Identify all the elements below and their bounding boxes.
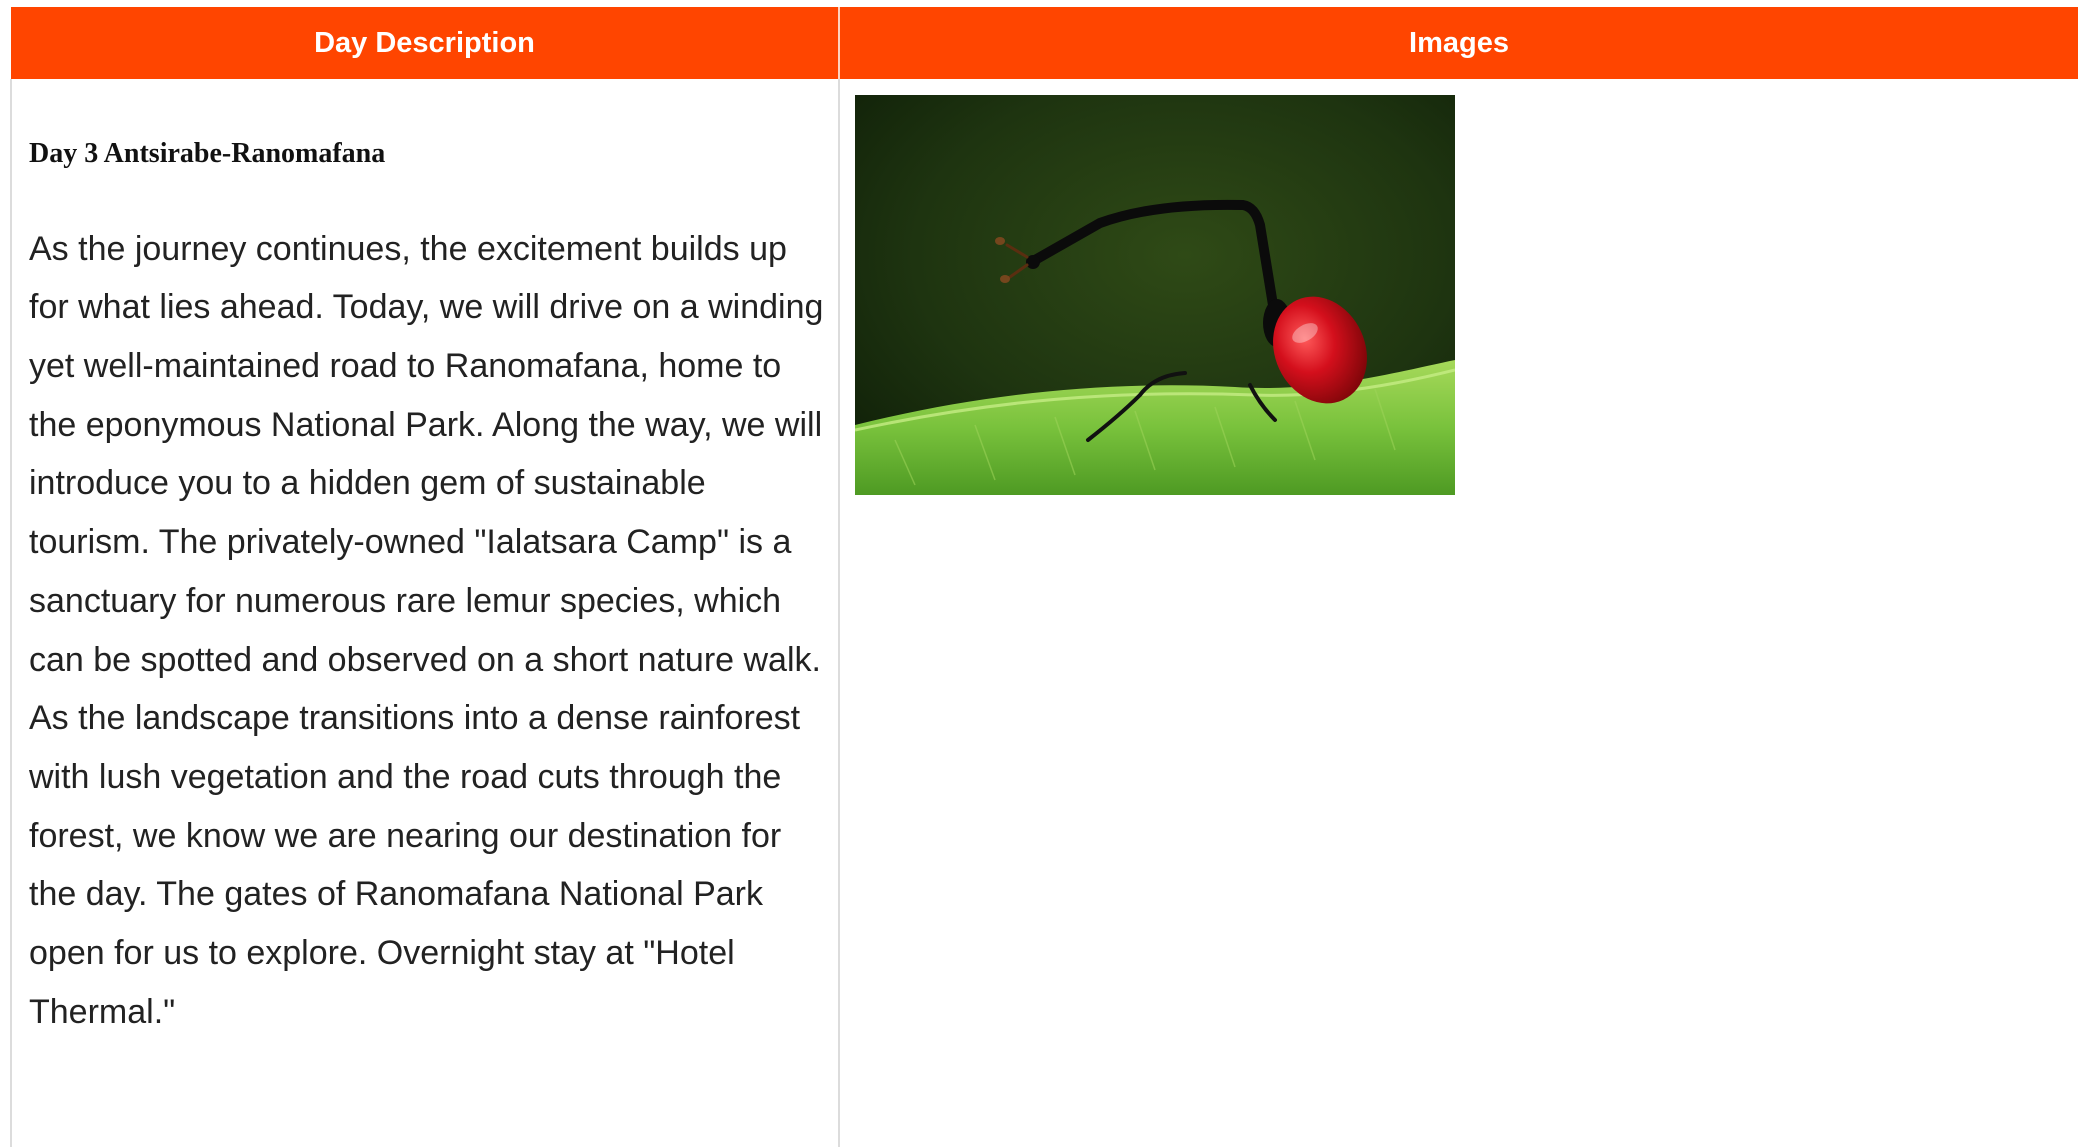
- page: Day Description Images Day 3 Antsirabe-R…: [0, 0, 2078, 1147]
- header-day-description: Day Description: [11, 7, 840, 79]
- day-body-text: As the journey continues, the excitement…: [29, 229, 824, 1031]
- table-row: Day 3 Antsirabe-Ranomafana As the journe…: [10, 79, 2078, 1147]
- day-title: Day 3 Antsirabe-Ranomafana: [29, 138, 386, 169]
- day-description-cell: Day 3 Antsirabe-Ranomafana As the journe…: [10, 79, 840, 1147]
- giraffe-weevil-photo[interactable]: [855, 95, 1455, 495]
- images-content: [840, 79, 2078, 495]
- day-description-content: Day 3 Antsirabe-Ranomafana As the journe…: [12, 79, 838, 1041]
- itinerary-table: Day Description Images Day 3 Antsirabe-R…: [10, 7, 2078, 1147]
- header-images: Images: [839, 7, 2078, 79]
- images-cell: [839, 79, 2078, 1147]
- table-header-row: Day Description Images: [11, 7, 2078, 79]
